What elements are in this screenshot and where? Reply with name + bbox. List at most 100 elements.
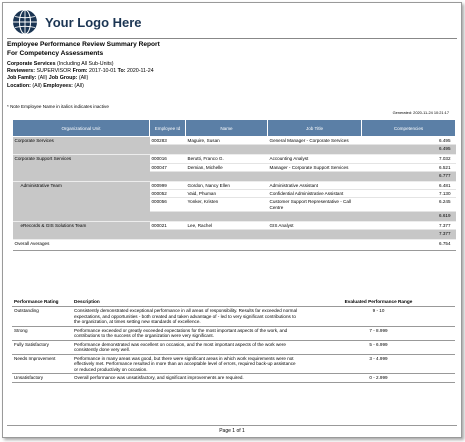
rating-legend-table: Performance Rating Description Evaluated…	[12, 296, 455, 383]
table-row: eRecords & GIS Solutions Team 000021 Lee…	[12, 221, 456, 231]
rating-description: Overall performance was unsatisfactory, …	[72, 373, 302, 383]
col-header-job-title: Job Title	[267, 119, 362, 137]
rating-name: Outstanding	[12, 306, 72, 327]
col-header-name: Name	[185, 119, 268, 137]
employee-id-cell: 000016	[149, 154, 186, 164]
subtotal-row: 6.619	[12, 211, 456, 223]
employee-id-cell: 000999	[149, 181, 186, 191]
subtotal-row: 6.777	[12, 171, 456, 182]
location-line: Location: (All) Employees: (All)	[7, 83, 84, 89]
rating-row: Strong Performance exceeded or greatly e…	[12, 326, 455, 341]
page-number: Page 1 of 1	[219, 428, 245, 434]
overall-value: 6.754	[361, 239, 456, 252]
col-header-employee-id: Employee Id	[149, 119, 186, 137]
competency-score-cell: 6.521	[361, 163, 456, 172]
generated-timestamp: Generated: 2020-11-24 10:21:17	[392, 110, 449, 115]
header-divider	[7, 38, 457, 39]
rating-row: Unsatisfactory Overall performance was u…	[12, 373, 455, 383]
employee-name-cell: Demian, Michelle	[185, 163, 268, 172]
rating-description: Performance demonstrated was excellent o…	[72, 340, 302, 355]
to-value: 2020-11-24	[125, 68, 154, 74]
from-label: From:	[71, 68, 88, 74]
employees-value: (All)	[72, 83, 84, 89]
employee-name-cell: Maguire, Susan	[185, 136, 268, 146]
rating-name: Fully Satisfactory	[12, 340, 72, 355]
job-title-cell: General Manager - Corporate Services	[267, 136, 362, 146]
globe-logo-icon	[13, 9, 37, 35]
job-title-cell: GIS Analyst	[267, 221, 362, 231]
competency-score-cell: 6.495	[361, 136, 456, 146]
job-title-cell: Manager - Corporate Support Services	[267, 163, 362, 172]
logo-text: Your Logo Here	[45, 14, 142, 30]
rating-range: 3 - 4.999	[302, 354, 455, 374]
col-header-range: Evaluated Performance Range	[302, 296, 455, 307]
employees-label: Employees:	[41, 83, 73, 89]
rating-row: Fully Satisfactory Performance demonstra…	[12, 340, 455, 355]
employee-id-cell: 000052	[149, 189, 186, 199]
rating-description: Performance in many areas was good, but …	[72, 354, 302, 374]
inactive-note: * Note Employee Name in italics indicate…	[7, 104, 109, 109]
job-group-value: (All)	[77, 75, 89, 81]
rating-range: 7 - 8.999	[302, 326, 455, 341]
table-row: Corporate Support Services 000016 Berutt…	[12, 154, 456, 172]
rating-description: Performance exceeded or greatly exceeded…	[72, 326, 302, 341]
rating-name: Strong	[12, 326, 72, 341]
rating-header-row: Performance Rating Description Evaluated…	[12, 296, 455, 307]
competency-score-cell: 7.377	[361, 221, 456, 231]
org-unit-cell: Administrative Team	[12, 181, 150, 213]
job-title-cell: Customer Support Representative - Call C…	[267, 197, 362, 213]
employee-name-cell: Yonker, Kristen	[185, 197, 268, 213]
subtotal-value: 7.377	[12, 229, 456, 241]
rating-row: Outstanding Consistently demonstrated ex…	[12, 306, 455, 327]
col-header-org-unit: Organizational Unit	[12, 119, 150, 137]
org-scope-suffix: (Including All Sub-Units)	[55, 61, 114, 67]
location-label: Location:	[7, 83, 31, 89]
report-subtitle: For Competency Assessments	[7, 50, 104, 57]
subtotal-value: 6.495	[12, 144, 456, 156]
rating-description: Consistently demonstrated exceptional pe…	[72, 306, 302, 327]
employee-id-cell: 000021	[149, 221, 186, 231]
subtotal-value: 6.777	[12, 171, 456, 182]
employee-name-cell: Berutti, Franco G.	[185, 154, 268, 164]
org-unit-cell: eRecords & GIS Solutions Team	[12, 221, 150, 231]
subtotal-row: 7.377	[12, 229, 456, 241]
employee-name-cell: Gordon, Nancy Ellen	[185, 181, 268, 191]
org-scope-line: Corporate Services (Including All Sub-Un…	[7, 61, 114, 67]
col-header-description: Description	[72, 296, 302, 307]
competency-score-cell: 6.481	[361, 181, 456, 191]
org-scope: Corporate Services	[7, 61, 56, 67]
overall-averages-row: Overall Averages 6.754	[12, 239, 456, 252]
rating-row: Needs Improvement Performance in many ar…	[12, 354, 455, 374]
company-logo: Your Logo Here	[12, 9, 142, 35]
table-row: Administrative Team 000999 Gordon, Nancy…	[12, 181, 456, 213]
job-title-cell: Administrative Assistant	[267, 181, 362, 191]
competency-table: Organizational Unit Employee Id Name Job…	[12, 119, 456, 252]
report-page: Your Logo Here Employee Performance Revi…	[2, 2, 462, 438]
reviewers-value: SUPERVISOR	[34, 68, 72, 74]
col-header-performance-rating: Performance Rating	[12, 296, 72, 307]
table-row: Corporate Services 000283 Maguire, Susan…	[12, 136, 456, 146]
rating-name: Unsatisfactory	[12, 373, 72, 383]
employee-name-cell: Vaid, Phuman	[185, 189, 268, 199]
table-header-row: Organizational Unit Employee Id Name Job…	[12, 119, 456, 137]
job-filter-line: Job Family: (All) Job Group: (All)	[7, 75, 88, 81]
employee-name-cell: Lee, Rachel	[185, 221, 268, 231]
job-group-label: Job Group:	[47, 75, 78, 81]
from-value: 2017-10-01	[87, 68, 117, 74]
job-family-value: (All)	[36, 75, 48, 81]
rating-range: 5 - 6.999	[302, 340, 455, 355]
subtotal-value: 6.619	[12, 211, 456, 223]
rating-range: 9 - 10	[302, 306, 455, 327]
employee-id-cell: 000047	[149, 163, 186, 172]
org-unit-cell: Corporate Support Services	[12, 154, 150, 172]
competency-score-cell: 6.245	[361, 197, 456, 213]
location-value: (All)	[30, 83, 42, 89]
footer-divider	[7, 425, 457, 426]
reviewers-label: Reviewers:	[7, 68, 35, 74]
job-title-cell: Confidential Administrative Assistant	[267, 189, 362, 199]
col-header-competencies: Competencies	[361, 119, 456, 137]
competency-score-cell: 7.032	[361, 154, 456, 164]
overall-label: Overall Averages	[12, 239, 362, 252]
job-family-label: Job Family:	[7, 75, 37, 81]
competency-score-cell: 7.130	[361, 189, 456, 199]
